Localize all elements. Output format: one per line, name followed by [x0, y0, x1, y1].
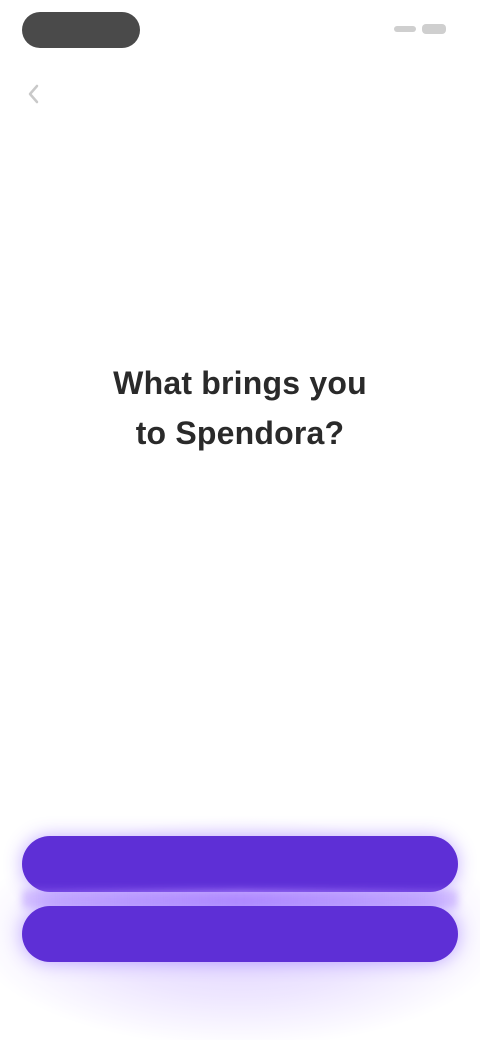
primary-option-button[interactable]	[22, 836, 458, 892]
headline-line-1: What brings you	[113, 365, 367, 401]
onboarding-screen: What brings you to Spendora?	[0, 0, 480, 1040]
headline-line-2: to Spendora?	[135, 415, 345, 451]
page-title: What brings you to Spendora?	[60, 358, 420, 458]
secondary-option-button[interactable]	[22, 906, 458, 962]
chevron-left-icon[interactable]	[24, 82, 44, 106]
dynamic-island	[22, 12, 140, 48]
status-icons	[394, 24, 446, 34]
